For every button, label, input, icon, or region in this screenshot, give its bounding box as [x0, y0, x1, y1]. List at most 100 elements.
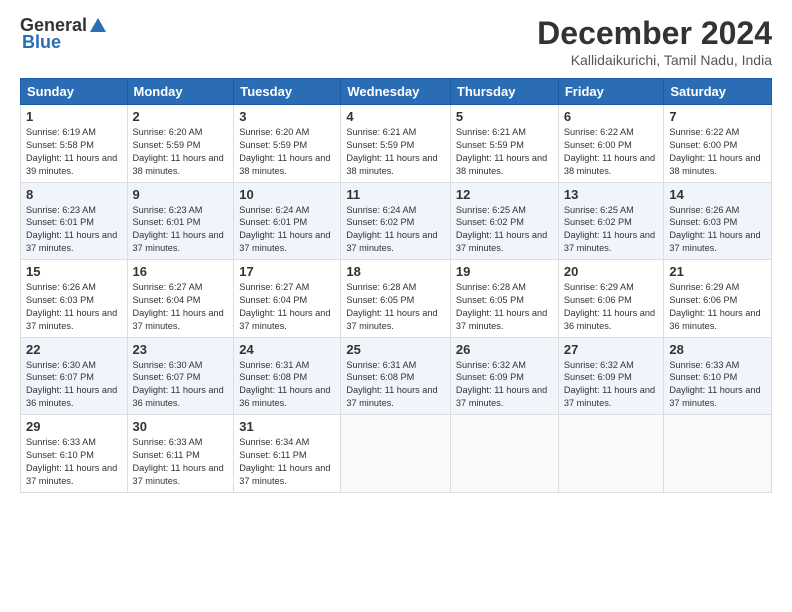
calendar-cell: 29 Sunrise: 6:33 AM Sunset: 6:10 PM Dayli…: [21, 415, 128, 493]
day-info: Sunrise: 6:25 AM Sunset: 6:02 PM Dayligh…: [456, 204, 553, 256]
calendar-cell: 14 Sunrise: 6:26 AM Sunset: 6:03 PM Dayli…: [664, 182, 772, 260]
month-title: December 2024: [537, 15, 772, 52]
day-number: 26: [456, 342, 553, 357]
page: General Blue December 2024 Kallidaikuric…: [0, 0, 792, 612]
calendar-cell: 4 Sunrise: 6:21 AM Sunset: 5:59 PM Daylig…: [341, 105, 451, 183]
day-number: 4: [346, 109, 445, 124]
day-info: Sunrise: 6:24 AM Sunset: 6:01 PM Dayligh…: [239, 204, 335, 256]
calendar-cell: 23Sunrise: 6:30 AM Sunset: 6:07 PM Dayli…: [127, 337, 234, 415]
day-info: Sunrise: 6:26 AM Sunset: 6:03 PM Dayligh…: [669, 204, 766, 256]
calendar-cell: 3 Sunrise: 6:20 AM Sunset: 5:59 PM Daylig…: [234, 105, 341, 183]
day-info: Sunrise: 6:19 AM Sunset: 5:58 PM Dayligh…: [26, 126, 122, 178]
day-number: 27: [564, 342, 659, 357]
calendar-cell: 6 Sunrise: 6:22 AM Sunset: 6:00 PM Daylig…: [558, 105, 664, 183]
week-row-4: 22Sunrise: 6:30 AM Sunset: 6:07 PM Dayli…: [21, 337, 772, 415]
day-info: Sunrise: 6:30 AM Sunset: 6:07 PM Dayligh…: [133, 359, 229, 411]
calendar-cell: 12 Sunrise: 6:25 AM Sunset: 6:02 PM Dayli…: [450, 182, 558, 260]
day-info: Sunrise: 6:33 AM Sunset: 6:10 PM Dayligh…: [669, 359, 766, 411]
week-row-2: 8 Sunrise: 6:23 AM Sunset: 6:01 PM Daylig…: [21, 182, 772, 260]
day-number: 29: [26, 419, 122, 434]
day-number: 7: [669, 109, 766, 124]
day-info: Sunrise: 6:24 AM Sunset: 6:02 PM Dayligh…: [346, 204, 445, 256]
day-info: Sunrise: 6:27 AM Sunset: 6:04 PM Dayligh…: [239, 281, 335, 333]
header: General Blue December 2024 Kallidaikuric…: [20, 15, 772, 68]
day-info: Sunrise: 6:33 AM Sunset: 6:10 PM Dayligh…: [26, 436, 122, 488]
calendar-cell: 27 Sunrise: 6:32 AM Sunset: 6:09 PM Dayli…: [558, 337, 664, 415]
day-info: Sunrise: 6:21 AM Sunset: 5:59 PM Dayligh…: [346, 126, 445, 178]
week-row-1: 1 Sunrise: 6:19 AM Sunset: 5:58 PM Daylig…: [21, 105, 772, 183]
logo-blue: Blue: [22, 32, 61, 53]
calendar-cell: [341, 415, 451, 493]
calendar-cell: 13Sunrise: 6:25 AM Sunset: 6:02 PM Dayli…: [558, 182, 664, 260]
day-number: 30: [133, 419, 229, 434]
day-info: Sunrise: 6:31 AM Sunset: 6:08 PM Dayligh…: [346, 359, 445, 411]
calendar-cell: 9Sunrise: 6:23 AM Sunset: 6:01 PM Daylig…: [127, 182, 234, 260]
title-section: December 2024 Kallidaikurichi, Tamil Nad…: [537, 15, 772, 68]
day-number: 11: [346, 187, 445, 202]
day-info: Sunrise: 6:30 AM Sunset: 6:07 PM Dayligh…: [26, 359, 122, 411]
header-row: Sunday Monday Tuesday Wednesday Thursday…: [21, 79, 772, 105]
day-info: Sunrise: 6:22 AM Sunset: 6:00 PM Dayligh…: [669, 126, 766, 178]
logo-icon: [88, 16, 108, 36]
calendar-cell: 30 Sunrise: 6:33 AM Sunset: 6:11 PM Dayli…: [127, 415, 234, 493]
week-row-5: 29 Sunrise: 6:33 AM Sunset: 6:10 PM Dayli…: [21, 415, 772, 493]
col-friday: Friday: [558, 79, 664, 105]
col-thursday: Thursday: [450, 79, 558, 105]
calendar-cell: 21 Sunrise: 6:29 AM Sunset: 6:06 PM Dayli…: [664, 260, 772, 338]
calendar-cell: 8 Sunrise: 6:23 AM Sunset: 6:01 PM Daylig…: [21, 182, 128, 260]
week-row-3: 15 Sunrise: 6:26 AM Sunset: 6:03 PM Dayli…: [21, 260, 772, 338]
day-number: 15: [26, 264, 122, 279]
calendar-cell: 22Sunrise: 6:30 AM Sunset: 6:07 PM Dayli…: [21, 337, 128, 415]
day-info: Sunrise: 6:29 AM Sunset: 6:06 PM Dayligh…: [669, 281, 766, 333]
calendar-cell: 20 Sunrise: 6:29 AM Sunset: 6:06 PM Dayli…: [558, 260, 664, 338]
calendar-cell: [664, 415, 772, 493]
day-info: Sunrise: 6:32 AM Sunset: 6:09 PM Dayligh…: [564, 359, 659, 411]
calendar-cell: 26Sunrise: 6:32 AM Sunset: 6:09 PM Dayli…: [450, 337, 558, 415]
col-monday: Monday: [127, 79, 234, 105]
calendar-cell: 28 Sunrise: 6:33 AM Sunset: 6:10 PM Dayli…: [664, 337, 772, 415]
day-info: Sunrise: 6:26 AM Sunset: 6:03 PM Dayligh…: [26, 281, 122, 333]
calendar-table: Sunday Monday Tuesday Wednesday Thursday…: [20, 78, 772, 493]
day-number: 12: [456, 187, 553, 202]
calendar-cell: 18Sunrise: 6:28 AM Sunset: 6:05 PM Dayli…: [341, 260, 451, 338]
day-info: Sunrise: 6:21 AM Sunset: 5:59 PM Dayligh…: [456, 126, 553, 178]
col-saturday: Saturday: [664, 79, 772, 105]
day-number: 9: [133, 187, 229, 202]
calendar-cell: 15 Sunrise: 6:26 AM Sunset: 6:03 PM Dayli…: [21, 260, 128, 338]
calendar-cell: [558, 415, 664, 493]
day-number: 28: [669, 342, 766, 357]
col-wednesday: Wednesday: [341, 79, 451, 105]
day-number: 20: [564, 264, 659, 279]
day-number: 5: [456, 109, 553, 124]
day-number: 3: [239, 109, 335, 124]
day-info: Sunrise: 6:33 AM Sunset: 6:11 PM Dayligh…: [133, 436, 229, 488]
day-info: Sunrise: 6:29 AM Sunset: 6:06 PM Dayligh…: [564, 281, 659, 333]
calendar-cell: 31 Sunrise: 6:34 AM Sunset: 6:11 PM Dayli…: [234, 415, 341, 493]
calendar-cell: 7 Sunrise: 6:22 AM Sunset: 6:00 PM Daylig…: [664, 105, 772, 183]
day-info: Sunrise: 6:31 AM Sunset: 6:08 PM Dayligh…: [239, 359, 335, 411]
day-info: Sunrise: 6:28 AM Sunset: 6:05 PM Dayligh…: [346, 281, 445, 333]
calendar-cell: 2Sunrise: 6:20 AM Sunset: 5:59 PM Daylig…: [127, 105, 234, 183]
day-info: Sunrise: 6:28 AM Sunset: 6:05 PM Dayligh…: [456, 281, 553, 333]
day-number: 21: [669, 264, 766, 279]
calendar-cell: 25 Sunrise: 6:31 AM Sunset: 6:08 PM Dayli…: [341, 337, 451, 415]
day-info: Sunrise: 6:23 AM Sunset: 6:01 PM Dayligh…: [26, 204, 122, 256]
logo: General Blue: [20, 15, 109, 53]
location: Kallidaikurichi, Tamil Nadu, India: [537, 52, 772, 68]
day-number: 14: [669, 187, 766, 202]
day-number: 8: [26, 187, 122, 202]
day-number: 6: [564, 109, 659, 124]
day-info: Sunrise: 6:20 AM Sunset: 5:59 PM Dayligh…: [239, 126, 335, 178]
day-info: Sunrise: 6:34 AM Sunset: 6:11 PM Dayligh…: [239, 436, 335, 488]
day-number: 2: [133, 109, 229, 124]
day-number: 31: [239, 419, 335, 434]
calendar-cell: 24 Sunrise: 6:31 AM Sunset: 6:08 PM Dayli…: [234, 337, 341, 415]
day-info: Sunrise: 6:22 AM Sunset: 6:00 PM Dayligh…: [564, 126, 659, 178]
day-number: 24: [239, 342, 335, 357]
col-tuesday: Tuesday: [234, 79, 341, 105]
day-number: 25: [346, 342, 445, 357]
calendar-cell: [450, 415, 558, 493]
calendar-cell: 5 Sunrise: 6:21 AM Sunset: 5:59 PM Daylig…: [450, 105, 558, 183]
calendar-cell: 10Sunrise: 6:24 AM Sunset: 6:01 PM Dayli…: [234, 182, 341, 260]
day-number: 1: [26, 109, 122, 124]
